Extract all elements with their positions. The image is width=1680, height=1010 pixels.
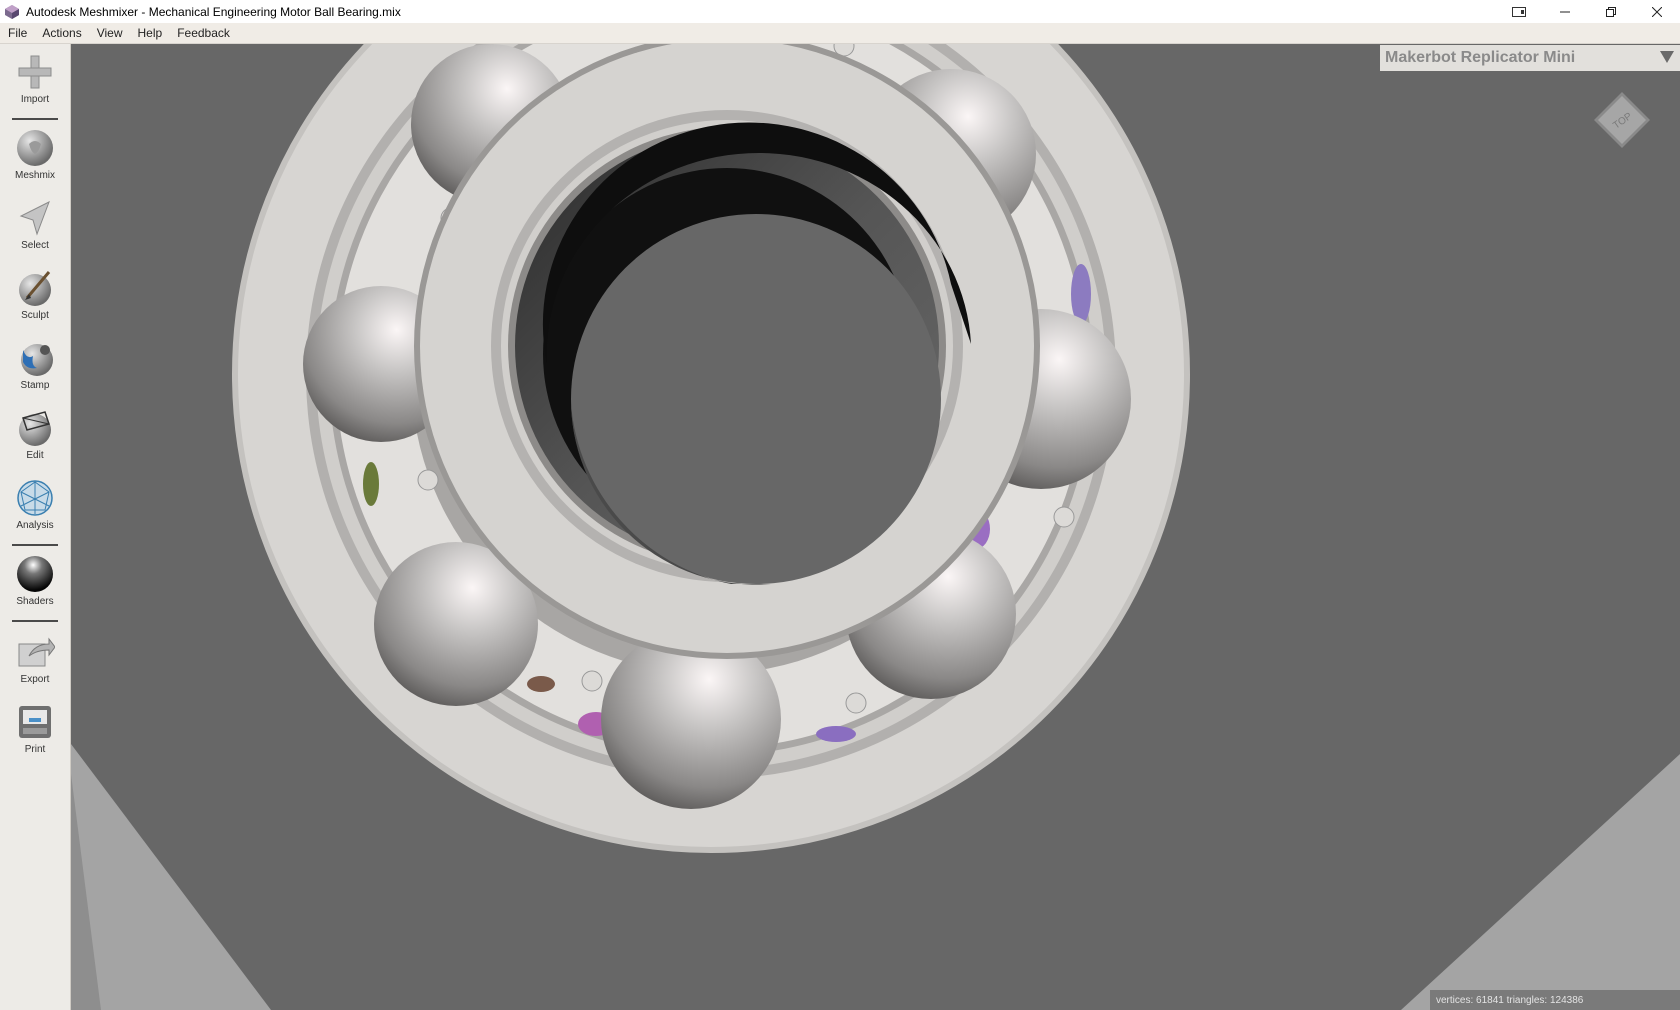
tool-select[interactable]: Select <box>0 198 70 251</box>
select-arrow-icon <box>19 200 50 236</box>
plus-icon <box>18 55 52 89</box>
edit-icon <box>19 411 51 446</box>
tool-analysis-label: Analysis <box>16 520 54 531</box>
stamp-icon <box>21 344 53 376</box>
meshmix-icon <box>17 130 53 166</box>
3d-viewport[interactable] <box>71 44 1680 1010</box>
printer-selector[interactable]: Makerbot Replicator Mini <box>1380 45 1680 71</box>
window-title: Autodesk Meshmixer - Mechanical Engineer… <box>26 4 401 19</box>
tool-shaders[interactable]: Shaders <box>0 554 70 607</box>
tool-sculpt[interactable]: Sculpt <box>0 268 70 321</box>
view-cube-icon: TOP <box>1594 92 1650 148</box>
close-icon <box>1652 6 1662 17</box>
tool-import-label: Import <box>20 94 50 105</box>
tool-edit-label: Edit <box>26 450 44 461</box>
tool-stamp[interactable]: Stamp <box>0 338 70 391</box>
menu-help[interactable]: Help <box>130 26 170 40</box>
tool-meshmix[interactable]: Meshmix <box>0 128 70 181</box>
tool-edit[interactable]: Edit <box>0 408 70 461</box>
tool-select-label: Select <box>21 240 49 251</box>
tool-sculpt-label: Sculpt <box>21 310 49 321</box>
tool-shaders-label: Shaders <box>16 596 54 607</box>
tablet-mode-button[interactable] <box>1496 0 1542 23</box>
title-bar: Autodesk Meshmixer - Mechanical Engineer… <box>0 0 1680 23</box>
tool-import[interactable]: Import <box>0 52 70 105</box>
tool-print[interactable]: Print <box>0 702 70 755</box>
shaders-sphere-icon <box>17 556 53 592</box>
menu-bar: File Actions View Help Feedback <box>0 23 1680 44</box>
close-button[interactable] <box>1634 0 1680 23</box>
tool-stamp-label: Stamp <box>20 380 50 391</box>
tool-analysis[interactable]: Analysis <box>0 478 70 531</box>
tool-export-label: Export <box>20 674 50 685</box>
restore-icon <box>1606 6 1616 17</box>
export-icon <box>18 637 55 667</box>
chevron-down-icon <box>1660 51 1674 63</box>
bearing-model <box>71 44 1680 1010</box>
mesh-stats: vertices: 61841 triangles: 124386 <box>1430 990 1680 1010</box>
printer-name: Makerbot Replicator Mini <box>1385 49 1576 66</box>
tablet-icon <box>1512 6 1526 17</box>
view-cube[interactable]: TOP <box>1594 92 1650 148</box>
tool-meshmix-label: Meshmix <box>14 170 55 181</box>
printer-icon <box>19 706 51 738</box>
toolbar-divider <box>12 544 58 546</box>
mesh-stats-text: vertices: 61841 triangles: 124386 <box>1436 994 1584 1006</box>
tool-sidebar: Import Meshmix Select Sculpt Stamp Edit … <box>0 44 71 1010</box>
minimize-button[interactable] <box>1542 0 1588 23</box>
menu-feedback[interactable]: Feedback <box>169 26 237 40</box>
restore-button[interactable] <box>1588 0 1634 23</box>
tool-export[interactable]: Export <box>0 632 70 685</box>
meshmixer-app-icon <box>5 4 19 19</box>
menu-file[interactable]: File <box>0 26 34 40</box>
tool-print-label: Print <box>24 744 46 755</box>
toolbar-divider <box>12 118 58 120</box>
toolbar-divider <box>12 620 58 622</box>
minimize-icon <box>1560 11 1570 12</box>
menu-view[interactable]: View <box>89 26 130 40</box>
analysis-icon <box>17 480 53 516</box>
menu-actions[interactable]: Actions <box>34 26 88 40</box>
sculpt-brush-icon <box>19 271 51 306</box>
